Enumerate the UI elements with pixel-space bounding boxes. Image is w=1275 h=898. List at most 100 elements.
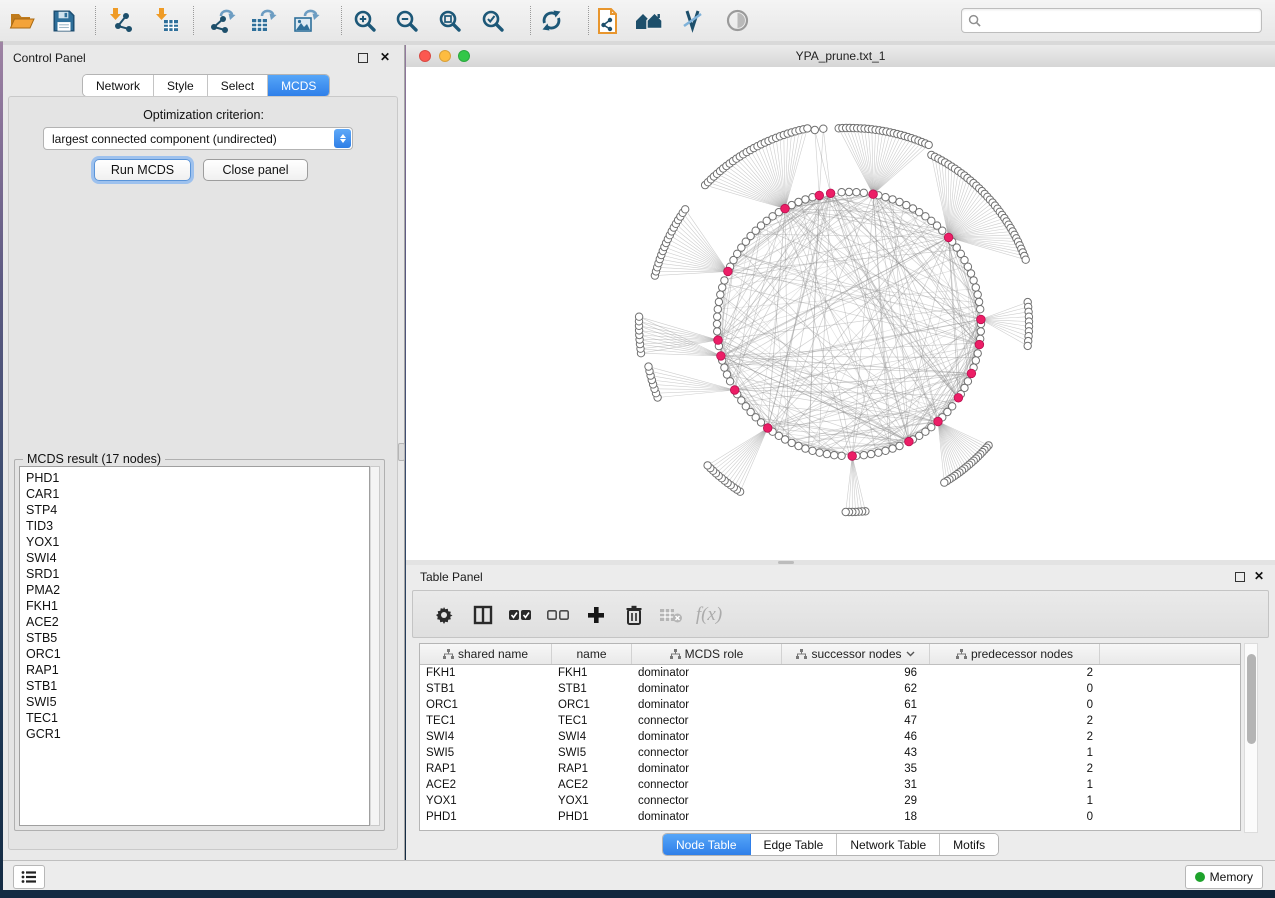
dominator-node[interactable] (977, 315, 986, 324)
table-row[interactable]: ORC1ORC1dominator610 (420, 697, 1240, 713)
table-row[interactable]: SWI4SWI4dominator462 (420, 729, 1240, 745)
dominator-node[interactable] (815, 191, 824, 200)
zoom-fit-icon[interactable] (436, 7, 464, 34)
leaf-node[interactable] (1022, 256, 1029, 263)
tab-network[interactable]: Network (83, 75, 154, 96)
ring-node[interactable] (867, 450, 874, 457)
mcds-result-item[interactable]: PMA2 (26, 582, 369, 598)
ring-node[interactable] (896, 442, 903, 449)
share-network-document-icon[interactable] (593, 7, 621, 34)
export-network-icon[interactable] (208, 7, 236, 34)
float-panel-button[interactable] (356, 51, 370, 65)
ring-node[interactable] (802, 445, 809, 452)
table-float-button[interactable] (1233, 570, 1247, 584)
ring-node[interactable] (860, 189, 867, 196)
mcds-result-list[interactable]: PHD1CAR1STP4TID3YOX1SWI4SRD1PMA2FKH1ACE2… (19, 466, 370, 826)
ring-node[interactable] (823, 450, 830, 457)
ring-node[interactable] (721, 277, 728, 284)
ring-node[interactable] (970, 277, 977, 284)
network-canvas-svg[interactable] (406, 67, 1275, 560)
ring-node[interactable] (713, 320, 720, 327)
ring-node[interactable] (896, 198, 903, 205)
ring-node[interactable] (974, 291, 981, 298)
column-header-mcds-role[interactable]: MCDS role (632, 644, 782, 664)
ring-node[interactable] (802, 196, 809, 203)
dominator-node[interactable] (954, 394, 963, 403)
dominator-node[interactable] (781, 204, 790, 213)
open-file-icon[interactable] (8, 7, 36, 34)
mcds-result-item[interactable]: STB5 (26, 630, 369, 646)
ring-node[interactable] (717, 291, 724, 298)
ring-node[interactable] (967, 270, 974, 277)
ring-node[interactable] (838, 189, 845, 196)
mcds-result-item[interactable]: STB1 (26, 678, 369, 694)
add-column-icon[interactable] (581, 601, 611, 629)
export-image-icon[interactable] (292, 7, 320, 34)
tab-edge-table[interactable]: Edge Table (751, 834, 838, 855)
dominator-node[interactable] (967, 369, 976, 378)
dominator-node[interactable] (934, 417, 943, 426)
select-all-rows-icon[interactable] (505, 601, 535, 629)
zoom-out-icon[interactable] (393, 7, 421, 34)
ring-node[interactable] (795, 198, 802, 205)
leaf-node[interactable] (1024, 342, 1031, 349)
tab-select[interactable]: Select (208, 75, 268, 96)
dominator-node[interactable] (730, 386, 739, 395)
mcds-result-item[interactable]: ACE2 (26, 614, 369, 630)
ring-node[interactable] (972, 284, 979, 291)
zoom-selected-icon[interactable] (479, 7, 507, 34)
search-box[interactable] (961, 8, 1262, 33)
criterion-dropdown[interactable]: largest connected component (undirected) (43, 127, 353, 150)
mcds-result-item[interactable]: SWI5 (26, 694, 369, 710)
column-header-name[interactable]: name (552, 644, 632, 664)
mcds-result-item[interactable]: TID3 (26, 518, 369, 534)
leaf-node[interactable] (925, 141, 932, 148)
table-row[interactable]: STB1STB1dominator620 (420, 681, 1240, 697)
column-header-shared-name[interactable]: shared name (420, 644, 552, 664)
table-row[interactable]: YOX1YOX1connector291 (420, 793, 1240, 809)
mcds-result-item[interactable]: PHD1 (26, 470, 369, 486)
ring-node[interactable] (972, 357, 979, 364)
refresh-icon[interactable] (537, 7, 565, 34)
graphics-details-icon[interactable] (678, 7, 706, 34)
mcds-result-item[interactable]: FKH1 (26, 598, 369, 614)
table-close-button[interactable]: ✕ (1252, 569, 1266, 583)
dominator-node[interactable] (848, 452, 857, 461)
ring-node[interactable] (975, 298, 982, 305)
mcds-result-item[interactable]: YOX1 (26, 534, 369, 550)
mcds-result-item[interactable]: SWI4 (26, 550, 369, 566)
dominator-node[interactable] (905, 437, 914, 446)
ring-node[interactable] (816, 449, 823, 456)
leaf-node[interactable] (704, 462, 711, 469)
table-row[interactable]: RAP1RAP1dominator352 (420, 761, 1240, 777)
column-selector-icon[interactable] (468, 601, 498, 629)
ring-node[interactable] (845, 188, 852, 195)
ring-node[interactable] (882, 447, 889, 454)
dominator-node[interactable] (869, 190, 878, 199)
ring-node[interactable] (838, 452, 845, 459)
ring-node[interactable] (831, 452, 838, 459)
column-header-successor-nodes[interactable]: successor nodes (782, 644, 930, 664)
table-scrollbar-thumb[interactable] (1247, 654, 1256, 744)
ring-node[interactable] (723, 371, 730, 378)
tab-network-table[interactable]: Network Table (837, 834, 940, 855)
memory-button[interactable]: Memory (1185, 865, 1263, 889)
table-row[interactable]: ACE2ACE2connector311 (420, 777, 1240, 793)
home-icon[interactable] (635, 7, 663, 34)
dominator-node[interactable] (826, 189, 835, 198)
leaf-node[interactable] (941, 479, 948, 486)
tab-mcds[interactable]: MCDS (268, 75, 329, 96)
ring-node[interactable] (974, 350, 981, 357)
ring-node[interactable] (882, 194, 889, 201)
ring-node[interactable] (964, 263, 971, 270)
dominator-node[interactable] (717, 352, 726, 361)
ring-node[interactable] (795, 442, 802, 449)
ring-node[interactable] (977, 328, 984, 335)
mcds-list-scrollbar[interactable] (370, 466, 380, 826)
settings-gear-icon[interactable] (429, 601, 459, 629)
ring-node[interactable] (714, 328, 721, 335)
mcds-result-item[interactable]: TEC1 (26, 710, 369, 726)
run-mcds-button[interactable]: Run MCDS (94, 159, 191, 181)
ring-node[interactable] (714, 313, 721, 320)
leaf-node[interactable] (842, 508, 849, 515)
